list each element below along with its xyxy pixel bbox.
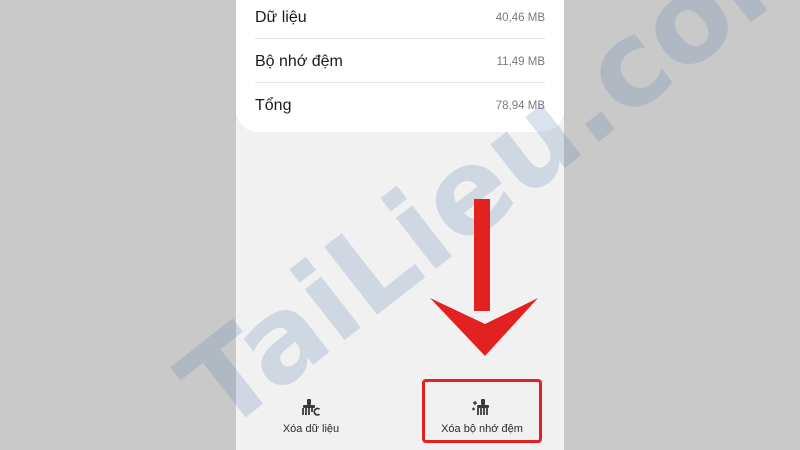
storage-card: Dữ liệu 40,46 MB Bộ nhớ đệm 11,49 MB Tổn… [236,0,564,132]
highlight-box [422,379,542,443]
clear-data-label: Xóa dữ liệu [282,422,340,435]
storage-row-label: Tổng [255,97,292,114]
storage-row-value: 78,94 MB [495,100,545,112]
storage-row-label: Bộ nhớ đệm [255,53,343,70]
storage-row-data: Dữ liệu 40,46 MB [255,0,545,40]
divider [255,82,545,83]
brush-clear-data-icon [300,398,322,416]
arrow-down-icon [430,199,538,356]
storage-row-value: 11,49 MB [496,56,545,68]
clear-data-button[interactable]: Xóa dữ liệu [251,388,371,444]
divider [255,38,545,39]
storage-row-value: 40,46 MB [495,12,545,24]
storage-row-label: Dữ liệu [255,9,307,26]
storage-row-total: Tổng 78,94 MB [255,84,545,128]
storage-row-cache: Bộ nhớ đệm 11,49 MB [255,40,545,84]
